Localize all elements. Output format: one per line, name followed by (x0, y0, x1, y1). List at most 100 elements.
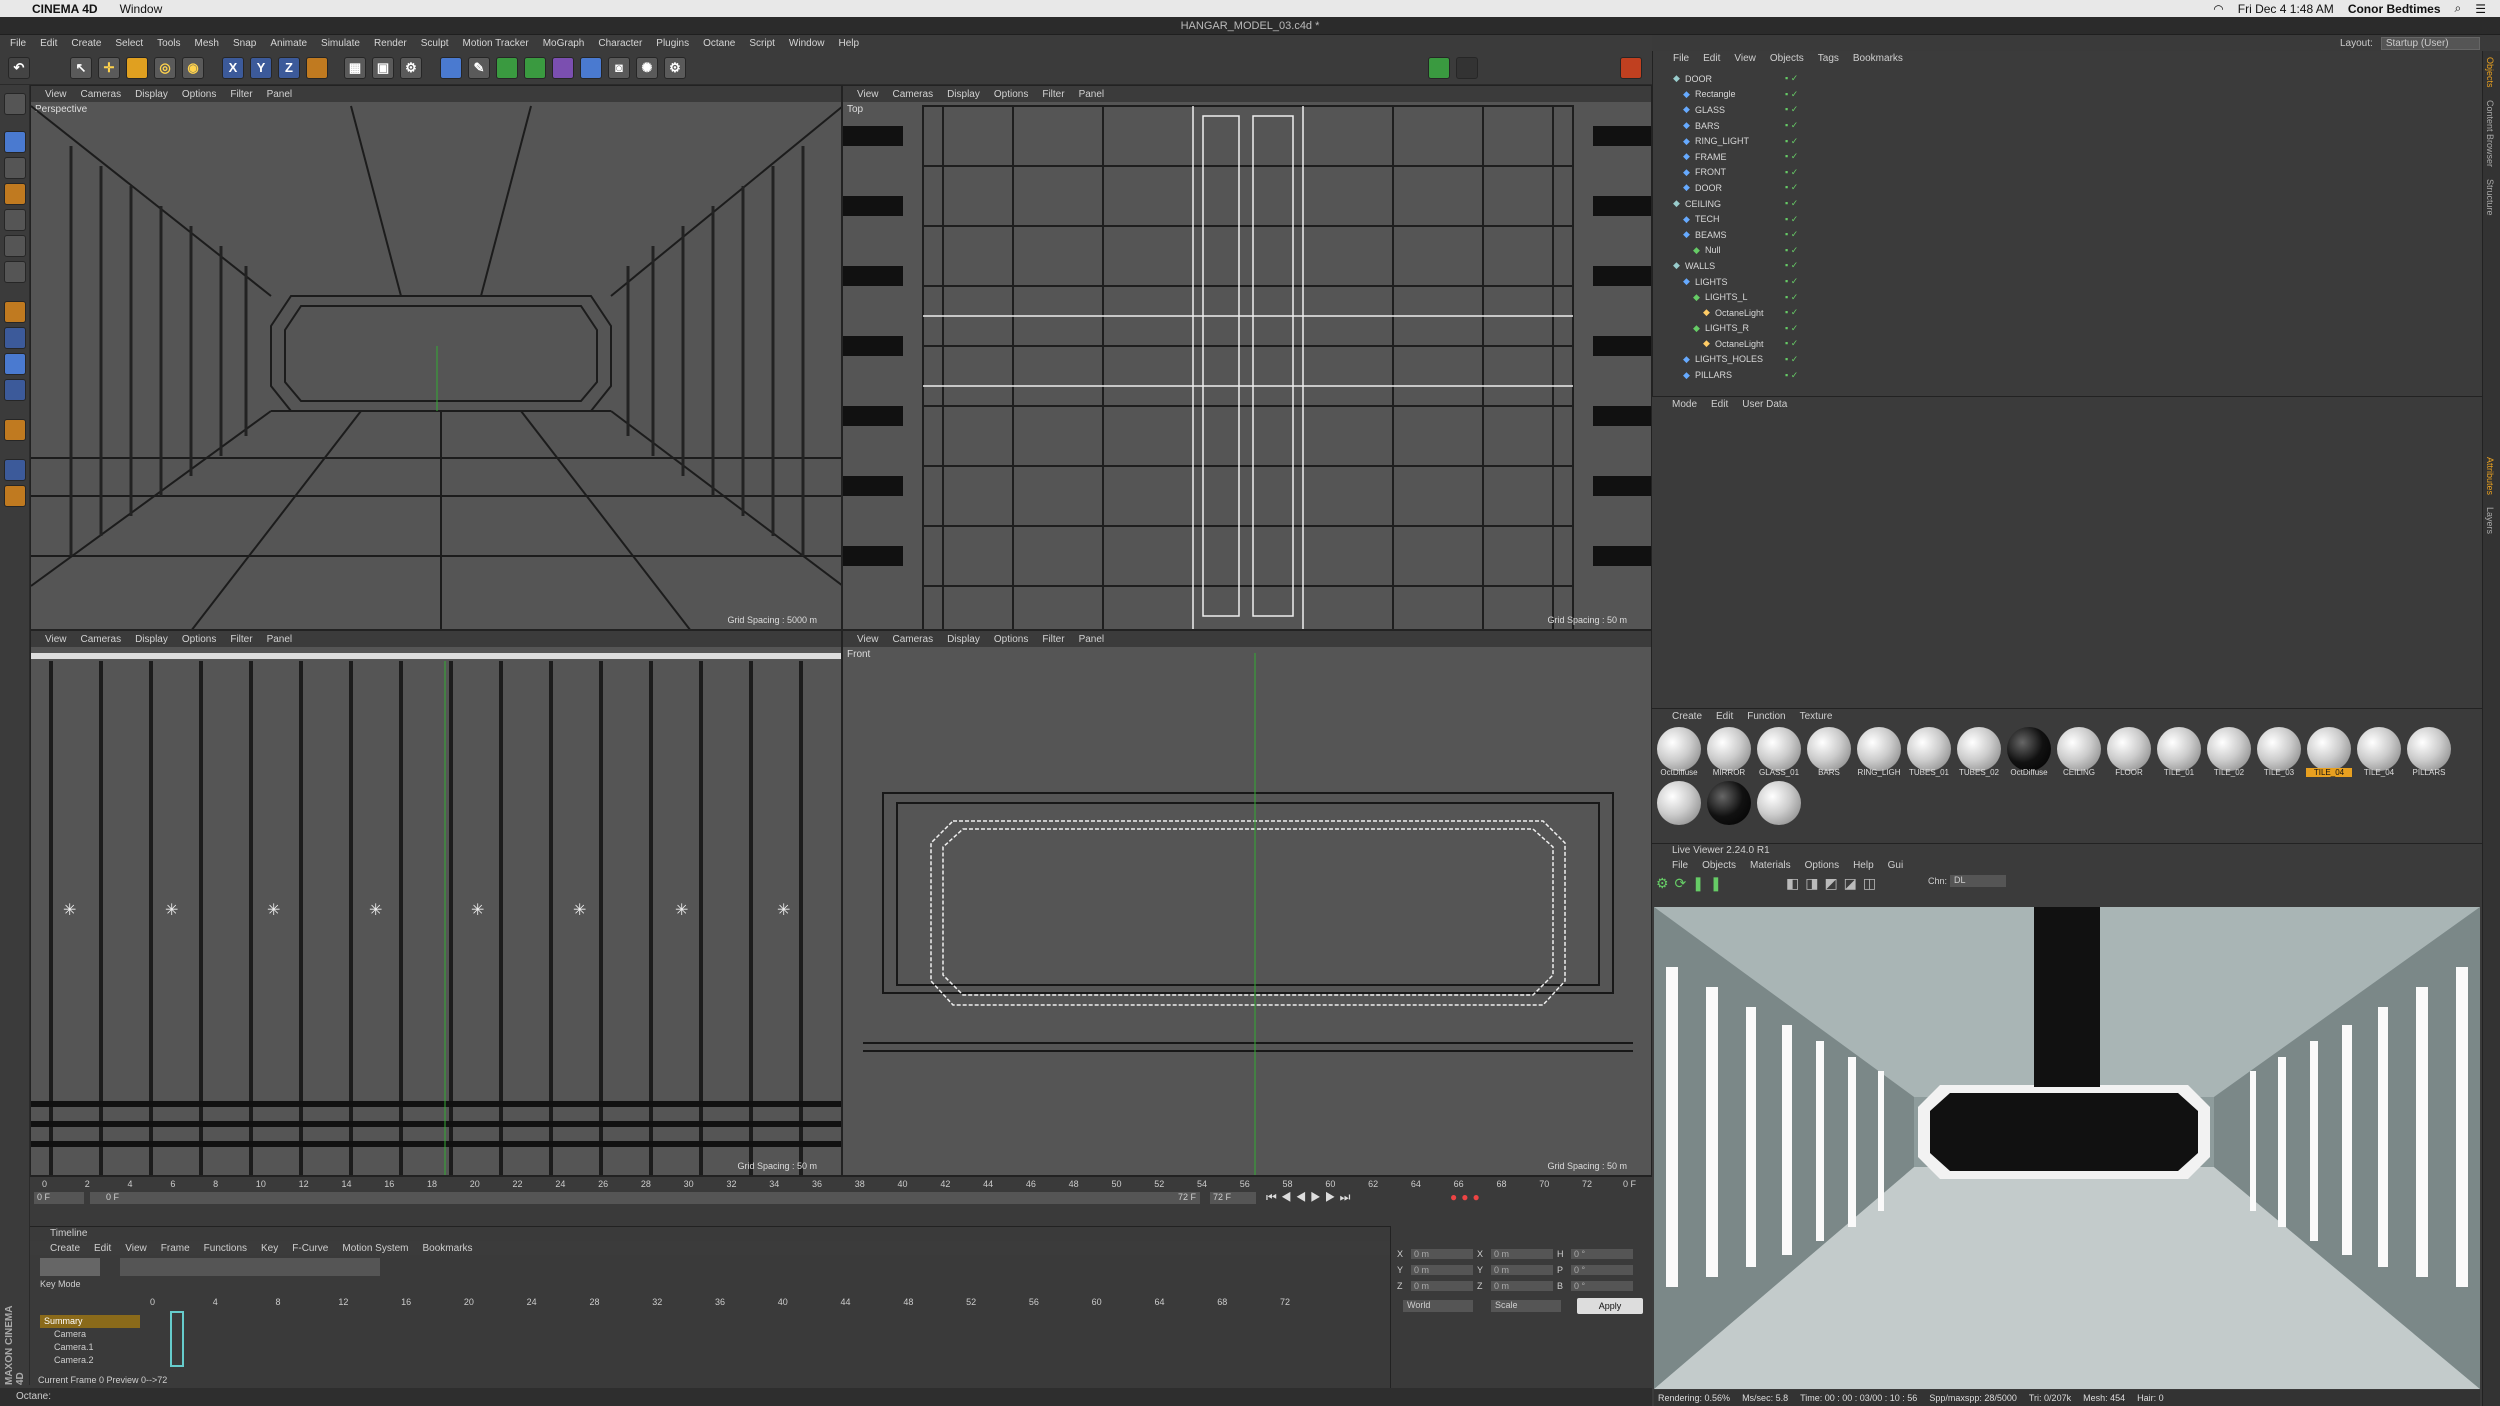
app-name-menu[interactable]: CINEMA 4D (32, 2, 98, 16)
track-camera-2[interactable]: Camera.2 (40, 1354, 140, 1367)
visibility-check-icon[interactable]: ▪ ✓ (1785, 260, 1798, 271)
coord-value-field[interactable]: 0 m (1491, 1281, 1553, 1291)
list-icon[interactable]: ☰ (2475, 2, 2486, 16)
object-name[interactable]: Null (1705, 245, 1721, 255)
edges-mode-icon[interactable] (4, 235, 26, 257)
grid-icon[interactable] (4, 459, 26, 481)
coord-value-field[interactable]: 0 ° (1571, 1265, 1633, 1275)
timeline-menu-f-curve[interactable]: F-Curve (292, 1243, 328, 1254)
material-swatch[interactable]: TILE_04 (2306, 727, 2352, 777)
points-mode-icon[interactable] (4, 209, 26, 231)
object-row[interactable]: ◆ Null ▪ ✓ (1663, 243, 2473, 259)
visibility-check-icon[interactable]: ▪ ✓ (1785, 229, 1798, 240)
layout-dropdown[interactable]: Startup (User) (2380, 36, 2480, 50)
menu-octane[interactable]: Octane (703, 38, 735, 49)
visibility-check-icon[interactable]: ▪ ✓ (1785, 73, 1798, 84)
scale-tool-icon[interactable] (126, 57, 148, 79)
spline-pen-icon[interactable]: ✎ (468, 57, 490, 79)
menu-select[interactable]: Select (115, 38, 143, 49)
menu-script[interactable]: Script (749, 38, 775, 49)
object-row[interactable]: ◆ LIGHTS_HOLES ▪ ✓ (1663, 352, 2473, 368)
menu-animate[interactable]: Animate (270, 38, 307, 49)
record-controls[interactable]: ●●● (1450, 1190, 1484, 1204)
object-row[interactable]: ◆ DOOR ▪ ✓ (1663, 180, 2473, 196)
object-name[interactable]: OctaneLight (1715, 339, 1764, 349)
menu-simulate[interactable]: Simulate (321, 38, 360, 49)
visibility-check-icon[interactable]: ▪ ✓ (1785, 120, 1798, 131)
live-viewer-menu-help[interactable]: Help (1853, 860, 1874, 871)
start-frame-field[interactable]: 0 F (34, 1192, 84, 1204)
object-name[interactable]: TECH (1695, 214, 1720, 224)
object-name[interactable]: LIGHTS (1695, 277, 1728, 287)
object-row[interactable]: ◆ Rectangle ▪ ✓ (1663, 87, 2473, 103)
material-swatch[interactable]: TUBES_01 (1906, 727, 1952, 777)
z-axis-button[interactable]: Z (278, 57, 300, 79)
scale-dropdown[interactable]: Scale (1491, 1300, 1561, 1312)
rotate-tool-icon[interactable]: ◎ (154, 57, 176, 79)
render-picture-icon[interactable]: ▣ (372, 57, 394, 79)
workplane-icon[interactable] (4, 183, 26, 205)
object-name[interactable]: GLASS (1695, 105, 1725, 115)
object-row[interactable]: ◆ BEAMS ▪ ✓ (1663, 227, 2473, 243)
range-slider[interactable]: 0 F 72 F (90, 1192, 1200, 1204)
track-camera-1[interactable]: Camera.1 (40, 1341, 140, 1354)
coord-value-field[interactable]: 0 ° (1571, 1249, 1633, 1259)
material-swatch[interactable]: TUBES_02 (1956, 727, 2002, 777)
timeline-menu-edit[interactable]: Edit (94, 1243, 111, 1254)
octane-live-icon[interactable] (1428, 57, 1450, 79)
x-axis-button[interactable]: X (222, 57, 244, 79)
coord-value-field[interactable]: 0 m (1491, 1249, 1553, 1259)
y-axis-button[interactable]: Y (250, 57, 272, 79)
material-menu-edit[interactable]: Edit (1716, 711, 1733, 722)
object-name[interactable]: WALLS (1685, 261, 1715, 271)
menu-mograph[interactable]: MoGraph (543, 38, 585, 49)
menu-mesh[interactable]: Mesh (195, 38, 219, 49)
coord-value-field[interactable]: 0 m (1411, 1281, 1473, 1291)
coord-value-field[interactable]: 0 ° (1571, 1281, 1633, 1291)
snap-icon[interactable] (4, 353, 26, 375)
object-name[interactable]: DOOR (1685, 74, 1712, 84)
visibility-check-icon[interactable]: ▪ ✓ (1785, 182, 1798, 193)
visibility-check-icon[interactable]: ▪ ✓ (1785, 307, 1798, 318)
menu-help[interactable]: Help (838, 38, 859, 49)
timeline-menu-bookmarks[interactable]: Bookmarks (423, 1243, 473, 1254)
attribute-menu-edit[interactable]: Edit (1711, 399, 1728, 410)
object-name[interactable]: BARS (1695, 121, 1720, 131)
attribute-menu-user-data[interactable]: User Data (1742, 399, 1787, 410)
object-menu-bookmarks[interactable]: Bookmarks (1853, 53, 1903, 64)
material-swatch[interactable] (1656, 781, 1702, 831)
track-camera[interactable]: Camera (40, 1328, 140, 1341)
texture-mode-icon[interactable] (4, 157, 26, 179)
material-swatch[interactable]: OctDiffuse (2006, 727, 2052, 777)
model-mode-icon[interactable] (4, 131, 26, 153)
object-name[interactable]: RING_LIGHT (1695, 136, 1749, 146)
object-name[interactable]: DOOR (1695, 183, 1722, 193)
layout-selector[interactable]: Layout: Startup (User) (2340, 35, 2480, 51)
object-name[interactable]: LIGHTS_HOLES (1695, 354, 1763, 364)
perspective-viewport[interactable]: View Cameras Display Options Filter Panel Per… (30, 85, 842, 630)
menu-window[interactable]: Window (789, 38, 825, 49)
lock-icon[interactable] (4, 419, 26, 441)
object-row[interactable]: ◆ GLASS ▪ ✓ (1663, 102, 2473, 118)
material-swatch[interactable]: MIRROR (1706, 727, 1752, 777)
coordinate-system-icon[interactable] (306, 57, 328, 79)
object-menu-file[interactable]: File (1673, 53, 1689, 64)
key-tool-buttons[interactable] (120, 1258, 380, 1276)
object-menu-objects[interactable]: Objects (1770, 53, 1804, 64)
object-row[interactable]: ◆ LIGHTS_L ▪ ✓ (1663, 289, 2473, 305)
render-view-icon[interactable]: ▦ (344, 57, 366, 79)
live-viewer-menu-gui[interactable]: Gui (1888, 860, 1904, 871)
visibility-check-icon[interactable]: ▪ ✓ (1785, 245, 1798, 256)
move-tool-icon[interactable]: ✛ (98, 57, 120, 79)
visibility-check-icon[interactable]: ▪ ✓ (1785, 338, 1798, 349)
deformer-icon[interactable] (552, 57, 574, 79)
object-row[interactable]: ◆ DOOR ▪ ✓ (1663, 71, 2473, 87)
menu-sculpt[interactable]: Sculpt (421, 38, 449, 49)
coord-value-field[interactable]: 0 m (1491, 1265, 1553, 1275)
recent-tool-icon[interactable]: ◉ (182, 57, 204, 79)
animation-ruler[interactable]: 0 2 4 6 8 10 12 14 16 18 20 22 24 26 28 30 32 34 36 38 40 42 4… (30, 1176, 1652, 1206)
object-name[interactable]: LIGHTS_L (1705, 292, 1748, 302)
axis-mode-icon[interactable] (4, 301, 26, 323)
material-swatch[interactable]: TILE_03 (2256, 727, 2302, 777)
object-row[interactable]: ◆ CEILING ▪ ✓ (1663, 196, 2473, 212)
